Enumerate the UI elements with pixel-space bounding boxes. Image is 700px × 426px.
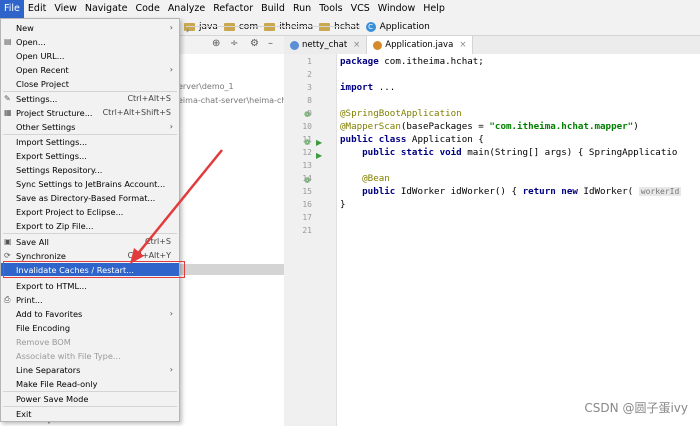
watermark: CSDN @圆子蛋ivy [584, 401, 688, 415]
annotation-arrow [130, 149, 223, 264]
